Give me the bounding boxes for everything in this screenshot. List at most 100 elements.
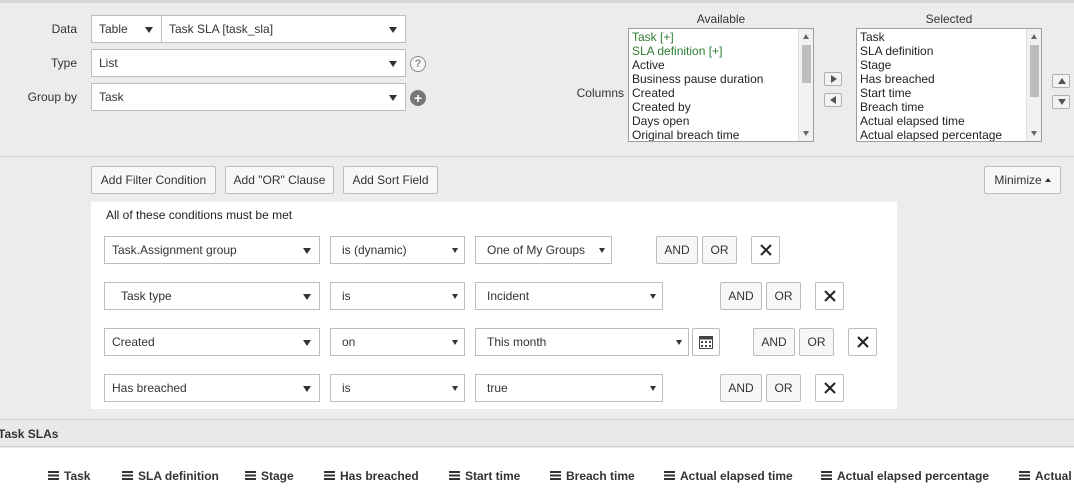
report-type-select[interactable]: List bbox=[91, 49, 406, 77]
chevron-down-icon bbox=[650, 294, 656, 299]
and-button[interactable]: AND bbox=[656, 236, 698, 264]
column-menu-icon[interactable] bbox=[48, 471, 59, 481]
condition-value-select[interactable]: Incident bbox=[475, 282, 663, 310]
type-label: Type bbox=[50, 56, 77, 70]
remove-condition-button[interactable] bbox=[848, 328, 877, 356]
condition-operator-select[interactable]: on bbox=[330, 328, 465, 356]
data-table-select[interactable]: Task SLA [task_sla] bbox=[161, 15, 406, 43]
chevron-down-icon bbox=[303, 386, 311, 392]
date-picker-button[interactable] bbox=[692, 328, 720, 356]
condition-field-select[interactable]: Task type bbox=[104, 282, 320, 310]
condition-field-select[interactable]: Created bbox=[104, 328, 320, 356]
conditions-title: All of these conditions must be met bbox=[106, 208, 293, 222]
data-source-type-select[interactable]: Table bbox=[91, 15, 162, 43]
remove-column-button[interactable] bbox=[824, 93, 842, 107]
selected-column-option[interactable]: Task bbox=[857, 30, 1041, 44]
column-header-actual-elapsed-time[interactable]: Actual elapsed time bbox=[664, 469, 793, 483]
column-header-actual-elapsed-percentage[interactable]: Actual elapsed percentage bbox=[821, 469, 989, 483]
column-menu-icon[interactable] bbox=[449, 471, 460, 481]
move-column-up-button[interactable] bbox=[1052, 74, 1070, 88]
selected-column-option[interactable]: SLA definition bbox=[857, 44, 1041, 58]
or-button[interactable]: OR bbox=[766, 282, 801, 310]
available-column-option[interactable]: Business pause duration bbox=[629, 72, 813, 86]
section-divider bbox=[0, 156, 1074, 157]
column-menu-icon[interactable] bbox=[122, 471, 133, 481]
chevron-down-icon bbox=[389, 27, 397, 33]
selected-columns-list[interactable]: Task SLA definition Stage Has breached Start… bbox=[856, 28, 1042, 142]
available-columns-list[interactable]: Task [+] SLA definition [+] Active Business… bbox=[628, 28, 814, 142]
available-column-option[interactable]: SLA definition [+] bbox=[629, 44, 813, 58]
chevron-down-icon bbox=[303, 340, 311, 346]
column-menu-icon[interactable] bbox=[664, 471, 675, 481]
scrollbar[interactable] bbox=[1026, 29, 1041, 141]
chevron-down-icon bbox=[389, 61, 397, 67]
close-icon bbox=[824, 290, 836, 302]
help-icon[interactable]: ? bbox=[410, 56, 426, 72]
available-column-option[interactable]: Created by bbox=[629, 100, 813, 114]
or-button[interactable]: OR bbox=[799, 328, 834, 356]
column-menu-icon[interactable] bbox=[245, 471, 256, 481]
condition-operator-select[interactable]: is (dynamic) bbox=[330, 236, 465, 264]
add-group-icon[interactable]: + bbox=[410, 90, 426, 106]
selected-column-option[interactable]: Actual elapsed time bbox=[857, 114, 1041, 128]
chevron-down-icon bbox=[303, 294, 311, 300]
minimize-button[interactable]: Minimize bbox=[984, 166, 1061, 194]
add-filter-condition-button[interactable]: Add Filter Condition bbox=[91, 166, 216, 194]
scrollbar[interactable] bbox=[798, 29, 813, 141]
column-header-task[interactable]: Task bbox=[48, 469, 90, 483]
column-header-start-time[interactable]: Start time bbox=[449, 469, 520, 483]
remove-condition-button[interactable] bbox=[751, 236, 780, 264]
column-menu-icon[interactable] bbox=[550, 471, 561, 481]
data-label: Data bbox=[51, 22, 77, 36]
or-button[interactable]: OR bbox=[702, 236, 737, 264]
column-header-sla-definition[interactable]: SLA definition bbox=[122, 469, 219, 483]
condition-value-select[interactable]: One of My Groups bbox=[475, 236, 612, 264]
selected-column-option[interactable]: Actual elapsed percentage bbox=[857, 128, 1041, 141]
available-column-option[interactable]: Days open bbox=[629, 114, 813, 128]
add-sort-field-button[interactable]: Add Sort Field bbox=[343, 166, 438, 194]
close-icon bbox=[760, 244, 772, 256]
selected-column-option[interactable]: Breach time bbox=[857, 100, 1041, 114]
available-column-option[interactable]: Created bbox=[629, 86, 813, 100]
column-header-breach-time[interactable]: Breach time bbox=[550, 469, 635, 483]
group-by-select[interactable]: Task bbox=[91, 83, 406, 111]
condition-operator-select[interactable]: is bbox=[330, 374, 465, 402]
selected-column-option[interactable]: Has breached bbox=[857, 72, 1041, 86]
remove-condition-button[interactable] bbox=[815, 374, 844, 402]
move-column-down-button[interactable] bbox=[1052, 95, 1070, 109]
chevron-down-icon bbox=[452, 294, 458, 299]
remove-condition-button[interactable] bbox=[815, 282, 844, 310]
column-menu-icon[interactable] bbox=[821, 471, 832, 481]
column-menu-icon[interactable] bbox=[1019, 471, 1030, 481]
and-button[interactable]: AND bbox=[720, 374, 762, 402]
add-or-clause-button[interactable]: Add "OR" Clause bbox=[225, 166, 334, 194]
condition-field-select[interactable]: Has breached bbox=[104, 374, 320, 402]
available-column-option[interactable]: Active bbox=[629, 58, 813, 72]
and-button[interactable]: AND bbox=[720, 282, 762, 310]
column-header-has-breached[interactable]: Has breached bbox=[324, 469, 419, 483]
selected-column-option[interactable]: Stage bbox=[857, 58, 1041, 72]
available-columns-header: Available bbox=[696, 12, 746, 26]
results-title: Task SLAs bbox=[0, 427, 59, 441]
condition-value-select[interactable]: true bbox=[475, 374, 663, 402]
condition-operator-select[interactable]: is bbox=[330, 282, 465, 310]
column-menu-icon[interactable] bbox=[324, 471, 335, 481]
or-button[interactable]: OR bbox=[766, 374, 801, 402]
condition-value-select[interactable]: This month bbox=[475, 328, 689, 356]
available-column-option[interactable]: Original breach time bbox=[629, 128, 813, 141]
chevron-down-icon bbox=[650, 386, 656, 391]
chevron-down-icon bbox=[389, 95, 397, 101]
group-by-label: Group by bbox=[27, 90, 77, 104]
close-icon bbox=[824, 382, 836, 394]
condition-field-select[interactable]: Task.Assignment group bbox=[104, 236, 320, 264]
results-header-bar bbox=[0, 419, 1074, 447]
calendar-icon bbox=[699, 336, 713, 349]
column-header-stage[interactable]: Stage bbox=[245, 469, 294, 483]
selected-columns-header: Selected bbox=[925, 12, 973, 26]
available-column-option[interactable]: Task [+] bbox=[629, 30, 813, 44]
and-button[interactable]: AND bbox=[753, 328, 795, 356]
selected-column-option[interactable]: Start time bbox=[857, 86, 1041, 100]
column-header-actual-time[interactable]: Actual t bbox=[1019, 469, 1074, 483]
add-column-button[interactable] bbox=[824, 72, 842, 86]
chevron-down-icon bbox=[452, 248, 458, 253]
